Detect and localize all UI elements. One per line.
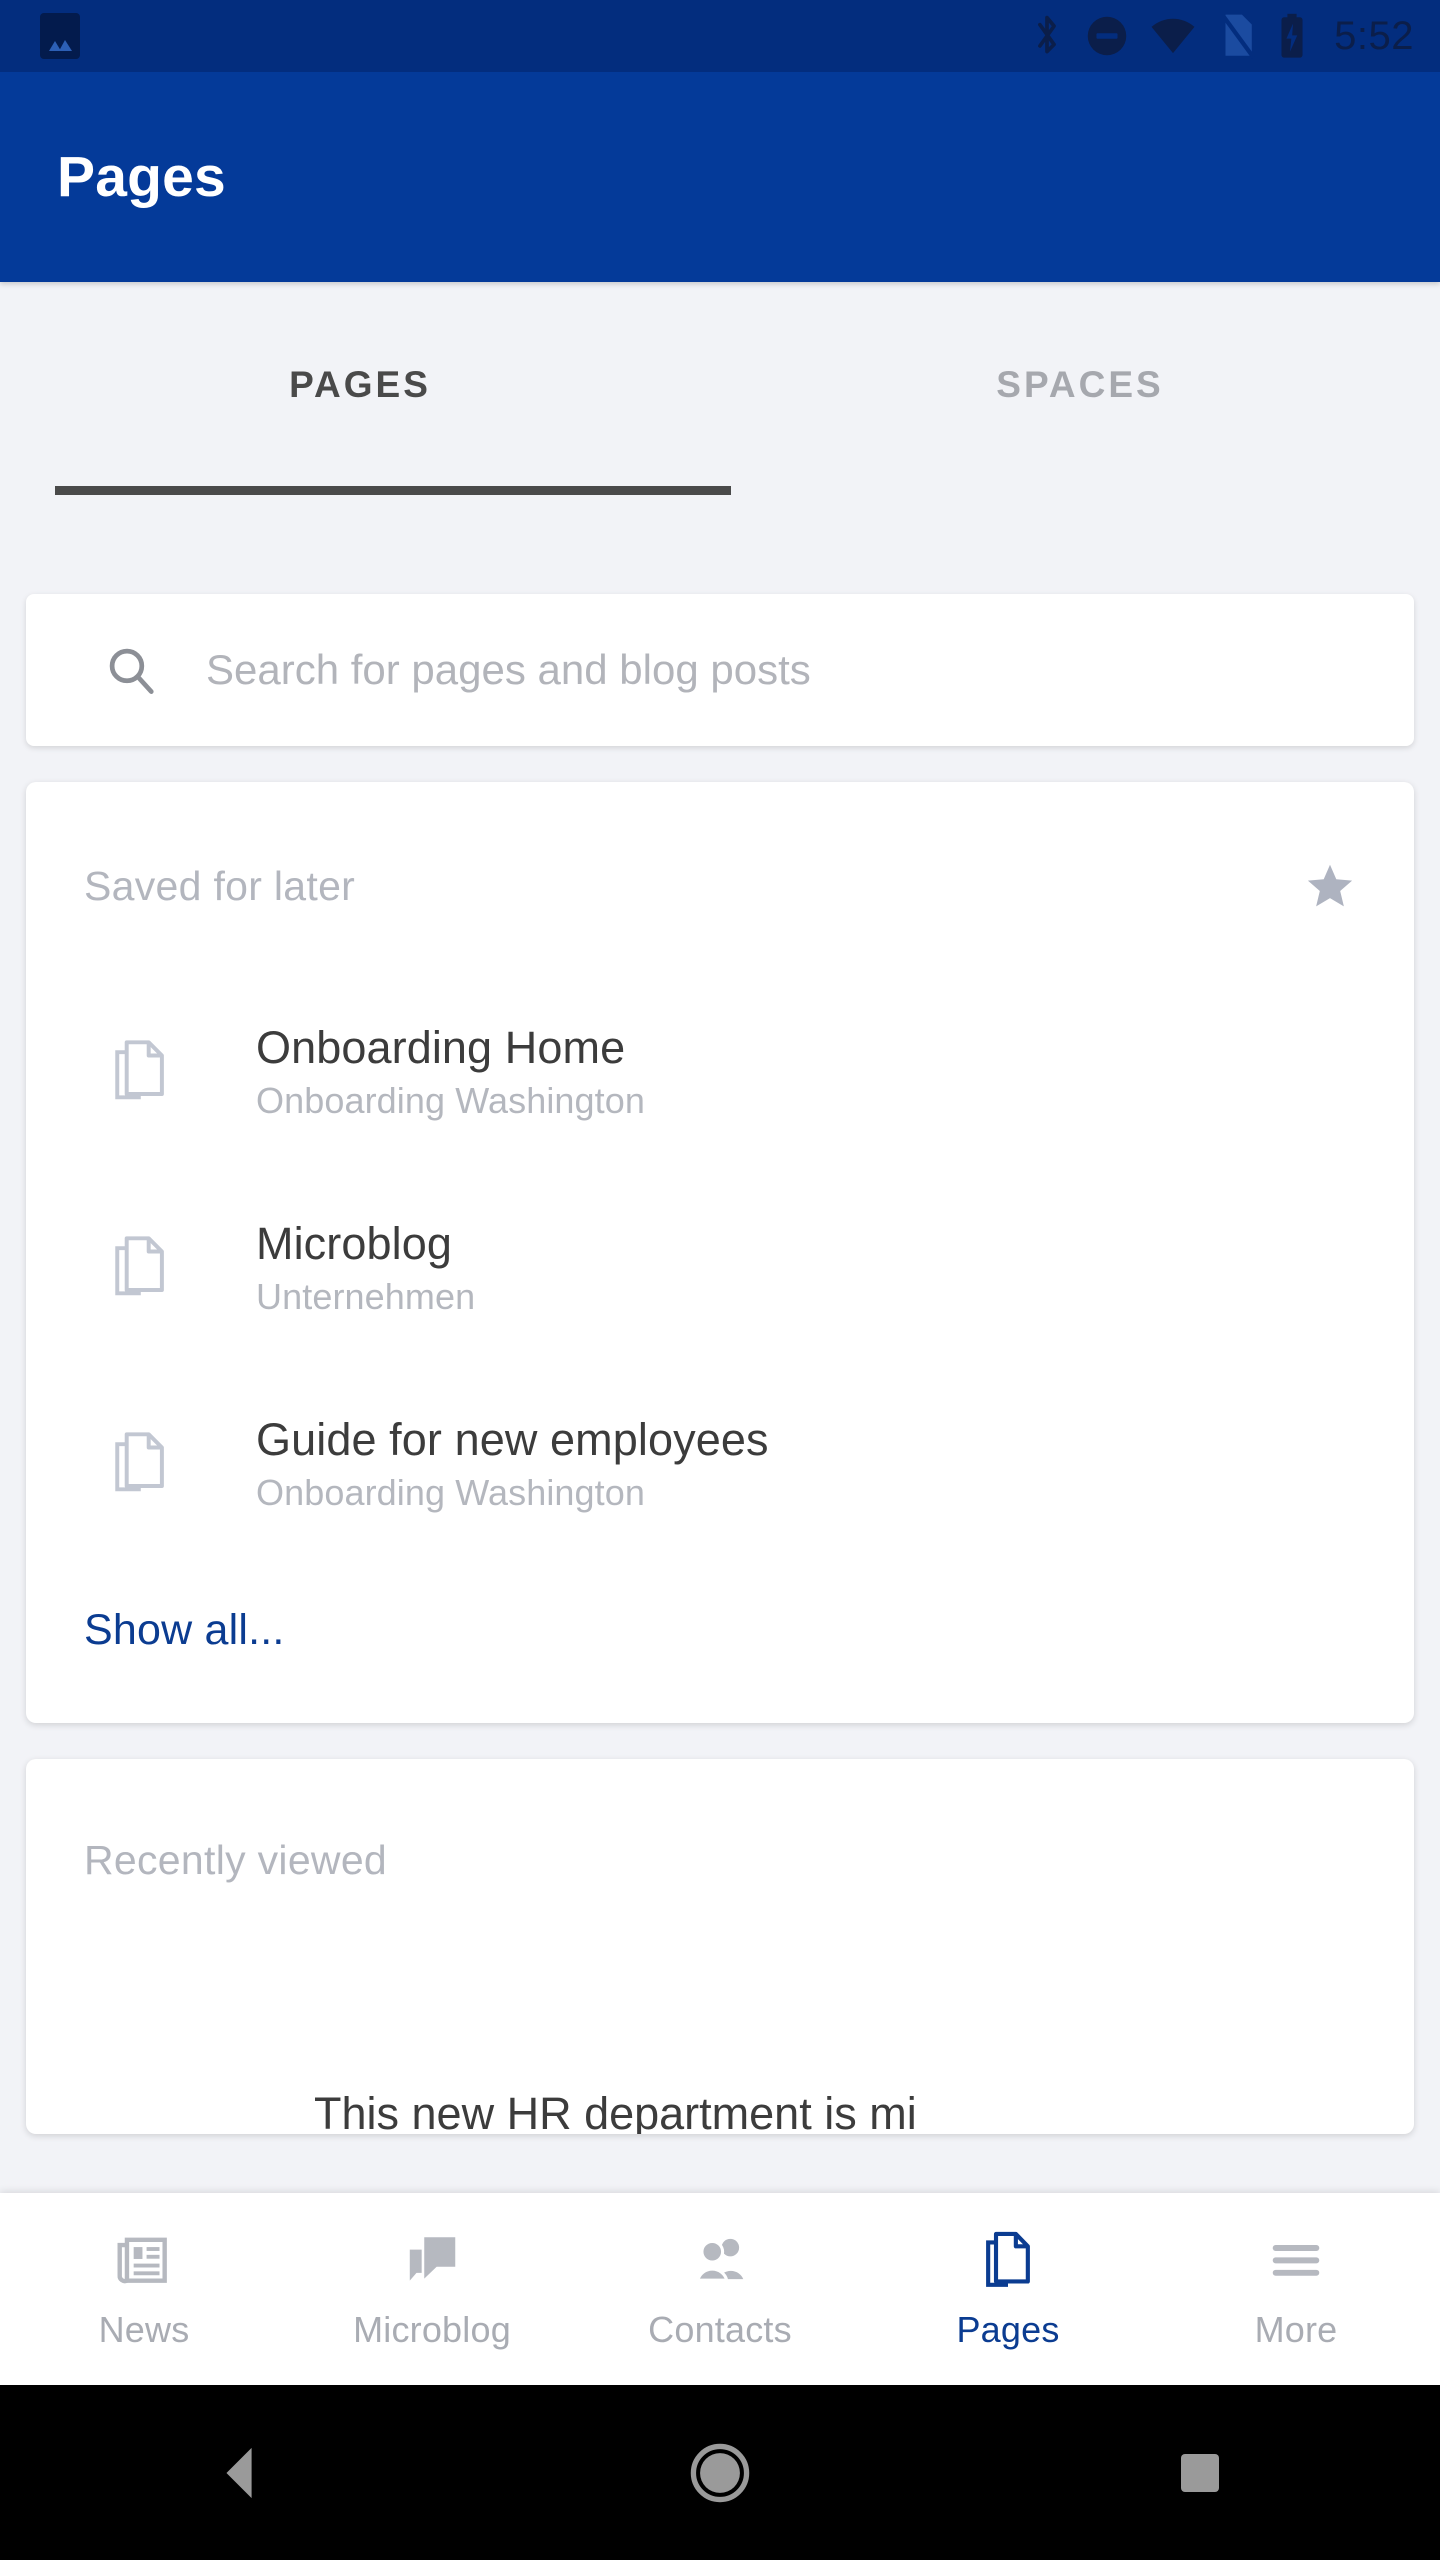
nav-label-microblog: Microblog [353,2309,511,2350]
star-filled-icon[interactable] [1304,860,1356,912]
wifi-icon [1150,17,1196,55]
page-title: Pages [57,145,226,209]
battery-charging-icon [1278,13,1306,59]
recent-card-header: Recently viewed [26,1759,1414,1884]
newspaper-icon [111,2227,177,2293]
tab-bar: PAGES SPACES [0,282,1440,517]
list-item-texts: Onboarding Home Onboarding Washington [256,1021,645,1123]
page-document-icon [111,1038,171,1106]
search-input[interactable] [204,645,1208,695]
recent-card-title: Recently viewed [84,1837,388,1883]
nav-label-pages: Pages [956,2309,1060,2350]
list-item[interactable]: Guide for new employees Onboarding Washi… [26,1366,1414,1562]
nav-item-contacts[interactable]: Contacts [576,2193,864,2385]
list-item-title: Microblog [256,1218,452,1269]
hamburger-menu-icon [1263,2227,1329,2293]
do-not-disturb-icon [1086,15,1128,57]
back-triangle-icon[interactable] [180,2413,300,2533]
list-item-title: Onboarding Home [256,1022,626,1073]
tab-spaces[interactable]: SPACES [720,282,1440,517]
list-item-space: Unternehmen [256,1276,476,1318]
saved-card-header: Saved for later [26,782,1414,912]
list-item-title: Guide for new employees [256,1414,769,1465]
saved-card-title: Saved for later [84,862,356,909]
document-icon [975,2227,1041,2293]
bluetooth-icon [1030,13,1064,59]
nav-item-microblog[interactable]: Microblog [288,2193,576,2385]
list-item-space: Onboarding Washington [256,1080,646,1122]
list-item-texts: Guide for new employees Onboarding Washi… [256,1413,769,1515]
status-bar-clock: 5:52 [1334,13,1414,58]
speech-bubble-icon [399,2227,465,2293]
list-item-space: Onboarding Washington [256,1472,646,1514]
list-item[interactable]: Onboarding Home Onboarding Washington [26,974,1414,1170]
search-icon [104,643,158,697]
nav-label-more: More [1254,2309,1338,2350]
scroll-content[interactable]: Saved for later Onboarding Home [0,517,1440,2193]
status-bar-left [40,13,80,59]
no-sim-icon [1218,13,1256,59]
list-item-texts: Microblog Unternehmen [256,1217,475,1319]
status-bar: 5:52 [0,0,1440,72]
saved-for-later-card: Saved for later Onboarding Home Onboardi… [26,782,1414,1723]
recents-square-icon[interactable] [1140,2413,1260,2533]
recently-viewed-card: Recently viewed This new HR department i… [26,1759,1414,2134]
nav-item-news[interactable]: News [0,2193,288,2385]
status-bar-right: 5:52 [1030,13,1414,59]
show-all-link[interactable]: Show all... [26,1562,1414,1723]
recent-card-body: This new HR department is mi [26,1884,1414,2134]
tab-pages[interactable]: PAGES [0,282,720,517]
nav-item-more[interactable]: More [1152,2193,1440,2385]
nav-item-pages[interactable]: Pages [864,2193,1152,2385]
android-navigation-bar [0,2385,1440,2560]
bottom-navigation: News Microblog Contacts Pages More [0,2193,1440,2385]
page-document-icon [111,1430,171,1498]
home-circle-icon[interactable] [660,2413,780,2533]
search-bar[interactable] [26,594,1414,746]
recent-item-title-cutoff: This new HR department is mi [314,2088,917,2134]
tab-indicator [55,486,731,495]
nav-label-news: News [98,2309,190,2350]
app-bar: Pages [0,72,1440,282]
saved-page-list: Onboarding Home Onboarding Washington Mi… [26,912,1414,1562]
page-document-icon [111,1234,171,1302]
nav-label-contacts: Contacts [648,2309,792,2350]
people-icon [687,2227,753,2293]
photo-badge-icon [40,13,80,59]
list-item[interactable]: Microblog Unternehmen [26,1170,1414,1366]
